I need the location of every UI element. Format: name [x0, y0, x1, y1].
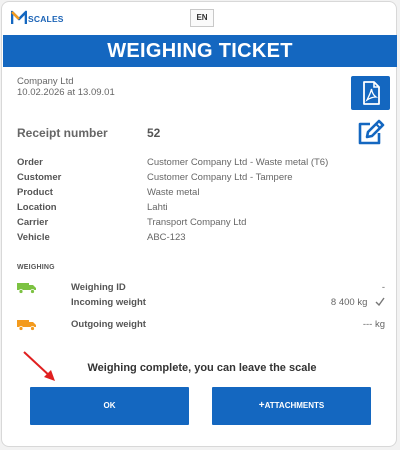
incoming-weight-value-wrap: 8 400 kg	[331, 296, 385, 310]
detail-value: Waste metal	[147, 187, 200, 198]
check-icon	[375, 297, 385, 307]
weighing-id-value: -	[381, 282, 385, 293]
attachments-button[interactable]: +ATTACHMENTS	[212, 387, 371, 425]
incoming-weight-value: 8 400 kg	[330, 297, 368, 308]
detail-key: Carrier	[17, 217, 49, 228]
completion-message: Weighing complete, you can leave the sca…	[87, 362, 317, 374]
detail-key: Product	[17, 187, 53, 198]
logo-text: SCALES	[28, 14, 64, 24]
incoming-weight-row: Incoming weight 8 400 kg	[17, 296, 387, 310]
outgoing-weight-value: --- kg	[362, 319, 385, 330]
receipt-number-value: 52	[147, 126, 161, 140]
incoming-weight-label: Incoming weight	[71, 297, 146, 308]
edit-button[interactable]	[355, 119, 385, 147]
company-info: Company Ltd 10.02.2026 at 13.09.01	[17, 76, 115, 98]
logo-mark-icon	[10, 10, 28, 25]
detail-key: Order	[17, 157, 43, 168]
language-button[interactable]: EN	[190, 9, 214, 27]
weighing-id-label: Weighing ID	[71, 282, 126, 293]
weighing-ticket-card: SCALES EN WEIGHING TICKET Company Ltd 10…	[1, 1, 397, 447]
page-title: WEIGHING TICKET	[3, 35, 397, 67]
detail-key: Vehicle	[17, 232, 50, 243]
company-name: Company Ltd	[17, 76, 74, 87]
outgoing-weight-label: Outgoing weight	[71, 319, 146, 330]
weighing-section-label: WEIGHING	[17, 264, 55, 271]
weighing-id-row: Weighing ID -	[17, 281, 387, 295]
attachments-label: ATTACHMENTS	[264, 401, 325, 410]
edit-icon	[358, 119, 385, 145]
pdf-button[interactable]	[351, 76, 390, 110]
ok-button[interactable]: OK	[30, 387, 189, 425]
detail-key: Location	[17, 202, 57, 213]
receipt-number-label: Receipt number	[17, 126, 108, 140]
detail-key: Customer	[17, 172, 62, 183]
detail-value: Transport Company Ltd	[147, 217, 247, 228]
mscales-logo: SCALES	[10, 10, 64, 25]
ticket-datetime: 10.02.2026 at 13.09.01	[17, 87, 115, 98]
detail-value: ABC-123	[147, 232, 186, 243]
truck-incoming-icon	[17, 283, 36, 294]
detail-value: Lahti	[147, 202, 168, 213]
detail-value: Customer Company Ltd - Waste metal (T6)	[147, 157, 329, 168]
truck-outgoing-icon	[17, 320, 36, 331]
pdf-file-icon	[363, 81, 380, 105]
outgoing-weight-row: Outgoing weight --- kg	[17, 318, 387, 332]
detail-value: Customer Company Ltd - Tampere	[147, 172, 293, 183]
